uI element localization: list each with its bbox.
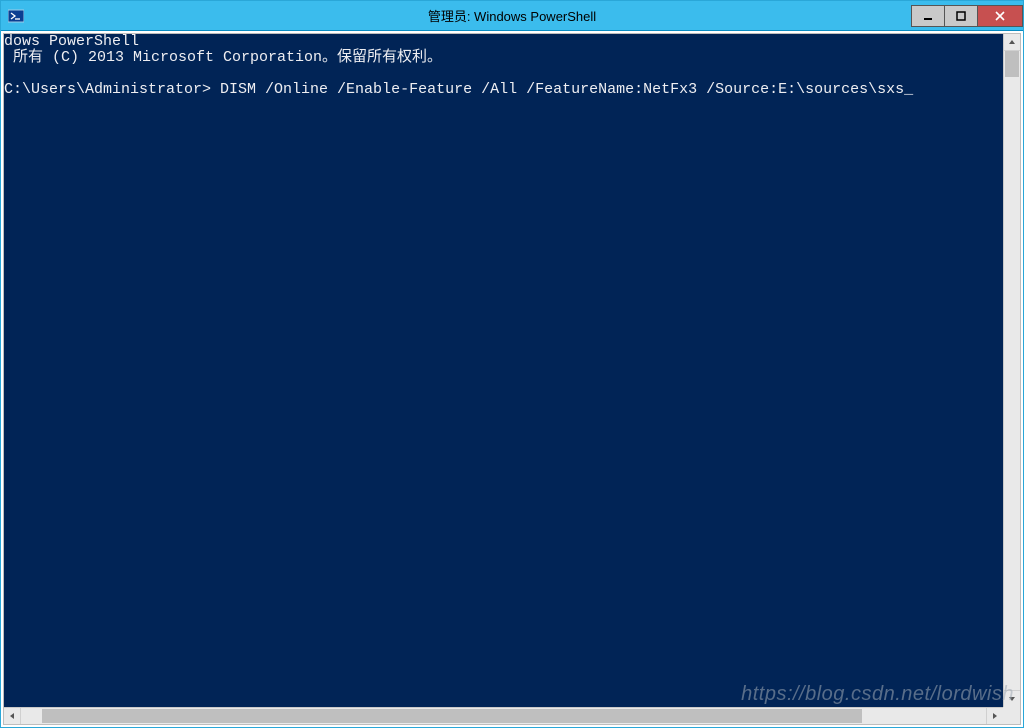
window-controls — [912, 5, 1023, 27]
console-viewport: dows PowerShell 所有 (C) 2013 Microsoft Co… — [4, 34, 1020, 707]
minimize-button[interactable] — [911, 5, 945, 27]
console-output[interactable]: dows PowerShell 所有 (C) 2013 Microsoft Co… — [4, 34, 1003, 707]
vertical-scroll-track[interactable] — [1004, 51, 1020, 690]
scroll-right-arrow-icon[interactable] — [986, 708, 1003, 724]
cursor: _ — [904, 81, 913, 98]
client-area: dows PowerShell 所有 (C) 2013 Microsoft Co… — [3, 33, 1021, 725]
console-prompt-line: C:\Users\Administrator> DISM /Online /En… — [4, 81, 904, 98]
horizontal-scroll-thumb[interactable] — [42, 709, 862, 723]
vertical-scrollbar[interactable] — [1003, 34, 1020, 707]
titlebar[interactable]: 管理员: Windows PowerShell — [1, 1, 1023, 31]
app-icon — [7, 7, 25, 25]
console-line: dows PowerShell — [4, 34, 139, 50]
powershell-window: 管理员: Windows PowerShell dows PowerShell … — [0, 0, 1024, 728]
maximize-button[interactable] — [944, 5, 978, 27]
window-title: 管理员: Windows PowerShell — [428, 6, 596, 25]
close-button[interactable] — [977, 5, 1023, 27]
horizontal-scroll-track[interactable] — [21, 708, 986, 724]
scroll-down-arrow-icon[interactable] — [1004, 690, 1020, 707]
scroll-corner — [1003, 707, 1020, 724]
horizontal-scrollbar[interactable] — [4, 707, 1003, 724]
console-line: 所有 (C) 2013 Microsoft Corporation。保留所有权利… — [4, 49, 442, 66]
vertical-scroll-thumb[interactable] — [1005, 51, 1019, 77]
scroll-left-arrow-icon[interactable] — [4, 708, 21, 724]
scroll-up-arrow-icon[interactable] — [1004, 34, 1020, 51]
